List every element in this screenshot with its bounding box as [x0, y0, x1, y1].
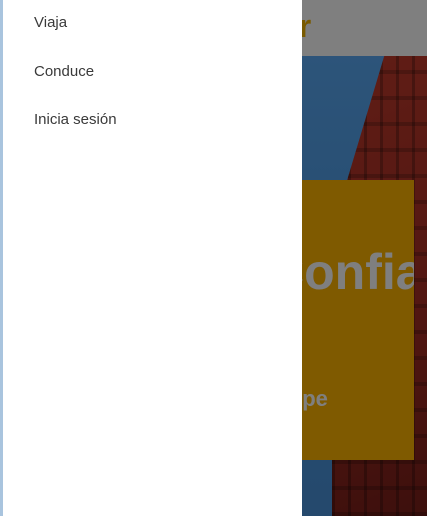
menu-item-viaja[interactable]: Viaja	[3, 0, 302, 48]
drawer-menu: Viaja Conduce Inicia sesión	[3, 0, 302, 144]
menu-item-inicia-sesion[interactable]: Inicia sesión	[3, 96, 302, 144]
menu-item-conduce[interactable]: Conduce	[3, 48, 302, 96]
navigation-drawer: Viaja Conduce Inicia sesión	[0, 0, 302, 516]
